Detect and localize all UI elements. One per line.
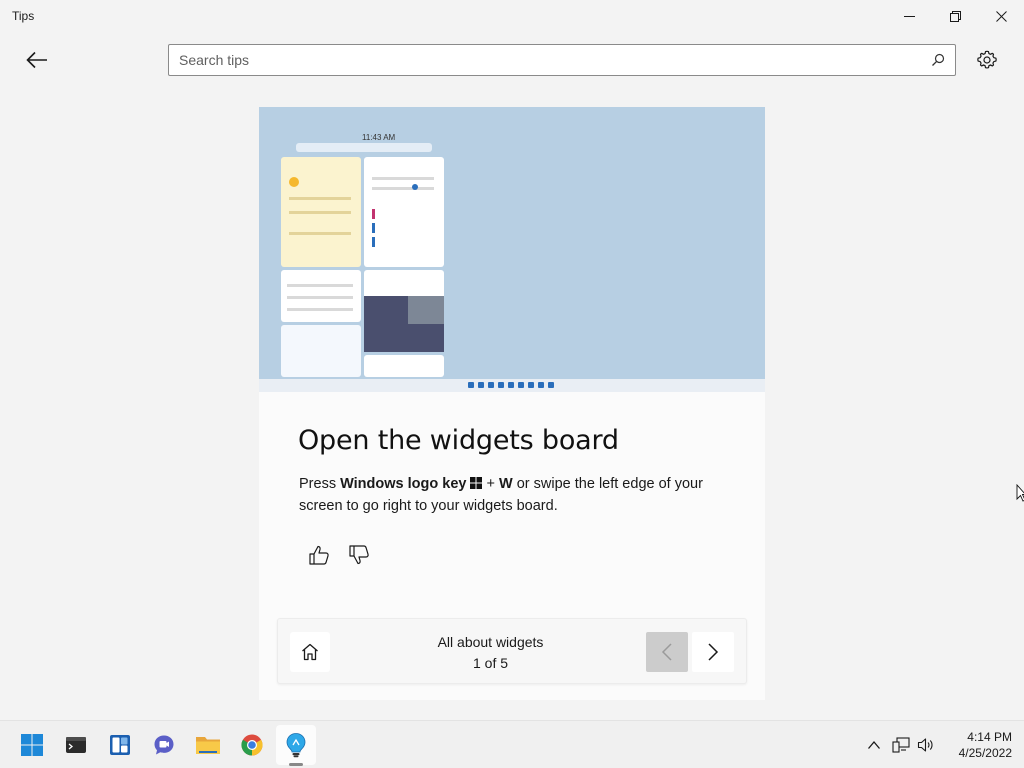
tip-card: 11:43 AM Open the widgets board Press Wi… xyxy=(259,107,765,700)
dislike-button[interactable] xyxy=(346,542,372,568)
preview-taskbar-icon xyxy=(478,382,484,388)
restore-icon xyxy=(949,10,961,22)
restore-button[interactable] xyxy=(932,0,978,32)
volume-icon xyxy=(917,738,933,752)
preview-search-bar xyxy=(296,143,432,152)
network-button[interactable] xyxy=(891,735,911,755)
header xyxy=(0,40,1024,80)
next-tip-button[interactable] xyxy=(692,632,734,672)
minimize-button[interactable] xyxy=(886,0,932,32)
minimize-icon xyxy=(903,15,915,17)
preview-photos-widget xyxy=(364,270,444,352)
taskbar-chrome[interactable] xyxy=(232,725,272,765)
taskbar-file-explorer[interactable] xyxy=(188,725,228,765)
gear-icon xyxy=(977,50,997,69)
network-icon xyxy=(892,737,910,753)
chevron-up-icon xyxy=(868,740,880,749)
preview-taskbar-icon xyxy=(508,382,514,388)
search-input[interactable] xyxy=(169,45,909,75)
preview-traffic-widget xyxy=(364,355,444,377)
search-box[interactable] xyxy=(168,44,956,76)
file-explorer-icon xyxy=(196,737,220,754)
taskbar-chat[interactable] xyxy=(144,725,184,765)
previous-tip-button[interactable] xyxy=(646,632,688,672)
windows-logo-icon xyxy=(470,477,483,489)
search-icon[interactable] xyxy=(931,53,945,67)
preview-taskbar-icon xyxy=(538,382,544,388)
preview-taskbar xyxy=(259,379,765,392)
windows-start-icon xyxy=(21,734,43,756)
widgets-icon xyxy=(110,735,130,755)
active-app-indicator xyxy=(289,763,303,766)
tip-text: Press xyxy=(299,476,341,492)
widgets-board-preview: 11:43 AM xyxy=(274,115,726,377)
chevron-left-icon xyxy=(661,643,672,661)
title-bar: Tips xyxy=(0,0,1024,32)
settings-button[interactable] xyxy=(972,44,1002,76)
preview-taskbar-icon xyxy=(528,382,534,388)
preview-time: 11:43 AM xyxy=(362,133,396,142)
collection-name: All about widgets xyxy=(437,634,544,650)
taskbar-tips[interactable] xyxy=(276,725,316,765)
collection-position: 1 of 5 xyxy=(472,655,509,671)
clock-time: 4:14 PM xyxy=(967,730,1012,744)
terminal-icon xyxy=(66,737,86,753)
chevron-right-icon xyxy=(708,643,719,661)
thumbs-down-icon xyxy=(349,545,369,565)
volume-button[interactable] xyxy=(916,735,936,755)
window-title: Tips xyxy=(12,9,35,23)
tip-title: Open the widgets board xyxy=(298,425,619,456)
clock[interactable]: 4:14 PM 4/25/2022 xyxy=(942,729,1012,761)
collection-nav: All about widgets 1 of 5 xyxy=(277,618,747,684)
preview-todo-widget xyxy=(281,325,361,377)
like-button[interactable] xyxy=(306,542,332,568)
show-hidden-icons-button[interactable] xyxy=(864,735,884,755)
tip-image: 11:43 AM xyxy=(259,107,765,392)
preview-taskbar-icon xyxy=(468,382,474,388)
start-button[interactable] xyxy=(12,725,52,765)
preview-calendar-widget xyxy=(364,157,444,267)
preview-taskbar-icon xyxy=(518,382,524,388)
preview-taskbar-icon xyxy=(498,382,504,388)
close-icon xyxy=(995,10,1007,22)
taskbar-widgets[interactable] xyxy=(100,725,140,765)
teams-chat-icon xyxy=(154,735,174,755)
tip-key-name: Windows logo key xyxy=(340,476,467,492)
thumbs-up-icon xyxy=(309,545,329,565)
tip-key-letter: W xyxy=(499,476,513,492)
preview-taskbar-icon xyxy=(548,382,554,388)
tips-lightbulb-icon xyxy=(286,733,306,758)
preview-weather-widget xyxy=(281,157,361,267)
home-icon xyxy=(302,643,318,661)
back-button[interactable] xyxy=(20,44,54,76)
tip-text: + xyxy=(482,476,500,492)
preview-taskbar-icon xyxy=(488,382,494,388)
tip-description: Press Windows logo key + W or swipe the … xyxy=(299,473,739,517)
back-arrow-icon xyxy=(26,51,47,69)
collection-info: All about widgets 1 of 5 xyxy=(418,632,563,674)
taskbar: 4:14 PM 4/25/2022 xyxy=(0,720,1024,768)
home-button[interactable] xyxy=(290,632,330,672)
close-button[interactable] xyxy=(978,0,1024,32)
preview-stocks-widget xyxy=(281,270,361,322)
clock-date: 4/25/2022 xyxy=(958,746,1012,760)
mouse-cursor-icon xyxy=(1016,484,1024,502)
taskbar-terminal[interactable] xyxy=(56,725,96,765)
chrome-icon xyxy=(241,734,263,756)
